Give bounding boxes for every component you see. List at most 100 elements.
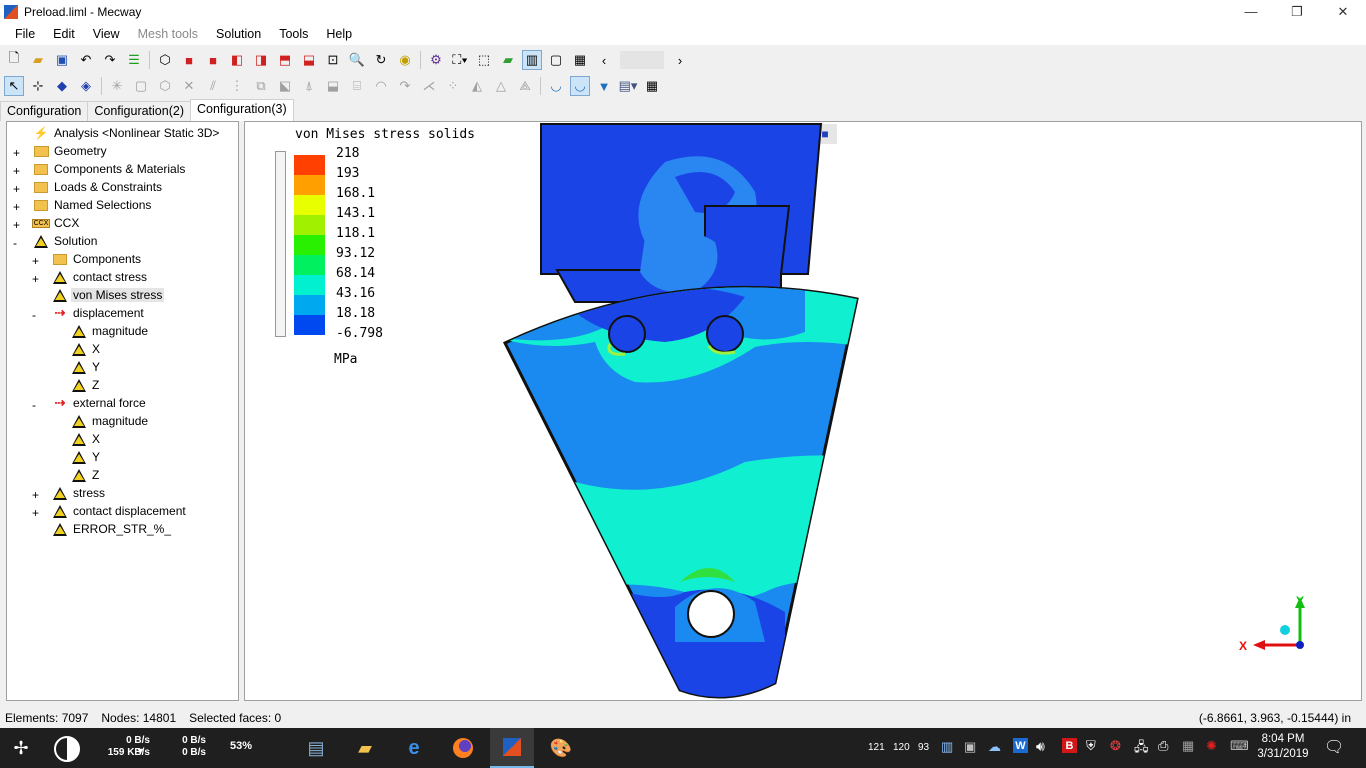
animation-dropdown[interactable]: ▤▾ [618, 76, 638, 96]
tab-configuration[interactable]: Configuration [0, 101, 89, 121]
view-iso-icon[interactable]: ⬡ [155, 50, 175, 70]
tray-b-icon[interactable]: B [1062, 738, 1077, 753]
tree-item[interactable]: CCX CCX [31, 214, 81, 232]
display-options-icon[interactable]: ⚙ [426, 50, 446, 70]
vector-plot-icon[interactable]: ▼ [594, 76, 614, 96]
view-left-icon[interactable]: ◧ [227, 50, 247, 70]
tree-item[interactable]: ERROR_STR_%_ [52, 520, 173, 538]
menu-solution[interactable]: Solution [207, 27, 270, 41]
deform-icon[interactable]: ◡ [546, 76, 566, 96]
maximize-button[interactable]: ❐ [1274, 0, 1320, 23]
select-pointer-icon[interactable]: ↖ [4, 76, 24, 96]
model-viewport[interactable]: von Mises stress solids 218 193 168.1 143.1… [244, 121, 1362, 701]
revolve-icon[interactable]: ◠ [371, 76, 391, 96]
notifications-icon[interactable]: 🗨 [1324, 737, 1344, 757]
sweep-icon[interactable]: ↷ [395, 76, 415, 96]
move-icon[interactable]: ⬕ [275, 76, 295, 96]
taskbar-app-edge[interactable]: e [392, 728, 436, 768]
tree-item[interactable]: X [71, 430, 102, 448]
copy-icon[interactable]: ⧉ [251, 76, 271, 96]
tree-item[interactable]: magnitude [71, 412, 150, 430]
tray-disk-icon[interactable]: ▣ [964, 739, 976, 755]
menu-help[interactable]: Help [317, 27, 361, 41]
menu-tools[interactable]: Tools [270, 27, 317, 41]
tree-expander[interactable]: + [13, 200, 20, 214]
tray-app-icon[interactable]: ❂ [1110, 738, 1121, 754]
resource-monitor-icon[interactable] [54, 736, 80, 762]
taskbar-app-file-explorer[interactable]: ▰ [343, 728, 387, 768]
tree-expander[interactable]: - [32, 398, 36, 412]
tree-item[interactable]: von Mises stress [52, 286, 165, 304]
tree-expander[interactable]: + [13, 182, 20, 196]
outline-view-icon[interactable]: ▢ [546, 50, 566, 70]
scroll-left-icon[interactable]: ‹ [594, 50, 614, 70]
taskbar-app-paint[interactable]: 🎨 [539, 728, 583, 768]
rotate-icon[interactable]: ↻ [371, 50, 391, 70]
tray-grid-icon[interactable]: ▦ [1182, 738, 1194, 754]
box-icon[interactable]: ▢ [131, 76, 151, 96]
scroll-right-icon[interactable]: › [670, 50, 690, 70]
mesh-view-icon[interactable]: ▦ [570, 50, 590, 70]
tray-spider-icon[interactable]: ✺ [1206, 738, 1217, 754]
menu-edit[interactable]: Edit [44, 27, 84, 41]
tree-expander[interactable]: - [32, 308, 36, 322]
triangle-outline-icon[interactable]: ⟁ [515, 76, 535, 96]
menu-file[interactable]: File [6, 27, 44, 41]
tray-shield-icon[interactable]: ⛨ [1086, 738, 1096, 754]
tray-print-icon[interactable]: ⎙ [1158, 738, 1168, 754]
tree-item[interactable]: contact stress [52, 268, 149, 286]
view-right-icon[interactable]: ◨ [251, 50, 271, 70]
tree-item[interactable]: Y [71, 448, 102, 466]
taskbar-app-monitor[interactable]: ▤ [294, 728, 338, 768]
tray-keyboard-icon[interactable]: ⌨ [1230, 738, 1249, 754]
volume-icon[interactable]: 🔊︎ [1036, 738, 1045, 755]
tree-expander[interactable]: + [32, 254, 39, 268]
redo-icon[interactable]: ↷ [100, 50, 120, 70]
surface-icon[interactable]: ▰ [498, 50, 518, 70]
close-button[interactable]: ✕ [1320, 0, 1366, 23]
tree-item[interactable]: Z [71, 466, 101, 484]
smooth-icon[interactable]: ⁘ [443, 76, 463, 96]
contour-plot-icon[interactable]: ◡ [570, 76, 590, 96]
extrude-icon[interactable]: ⌸ [347, 76, 367, 96]
tree-expander[interactable]: + [13, 146, 20, 160]
tree-expander[interactable]: + [13, 164, 20, 178]
view-back-icon[interactable]: ■ [203, 50, 223, 70]
tree-item[interactable]: Solution [33, 232, 99, 250]
new-file-icon[interactable]: 🗋 [4, 50, 24, 70]
zoom-box-icon[interactable]: ◉ [395, 50, 415, 70]
solid-view-icon[interactable]: ▥ [522, 50, 542, 70]
zoom-icon[interactable]: 🔍 [347, 50, 367, 70]
tree-item[interactable]: Named Selections [33, 196, 153, 214]
view-front-icon[interactable]: ■ [179, 50, 199, 70]
tree-item[interactable]: Loads & Constraints [33, 178, 164, 196]
taskbar-app-firefox[interactable] [441, 728, 485, 768]
refine-icon[interactable]: ⋌ [419, 76, 439, 96]
menu-view[interactable]: View [84, 27, 129, 41]
minimize-button[interactable]: — [1228, 0, 1274, 23]
tree-item[interactable]: Z [71, 376, 101, 394]
fem-model-render[interactable]: Y X [245, 122, 1362, 701]
tab-configuration-2[interactable]: Configuration(2) [87, 101, 191, 121]
view-top-icon[interactable]: ⬒ [275, 50, 295, 70]
windows-start-icon[interactable]: ✢ [8, 736, 34, 760]
zoom-fit-icon[interactable]: ⊡ [323, 50, 343, 70]
tetra-icon[interactable]: ◭ [467, 76, 487, 96]
mirror-icon[interactable]: ⍋ [299, 76, 319, 96]
open-folder-icon[interactable]: ▰ [28, 50, 48, 70]
table-icon[interactable]: ▦ [642, 76, 662, 96]
view-bottom-icon[interactable]: ⬓ [299, 50, 319, 70]
tree-item[interactable]: ⇢ displacement [52, 304, 146, 322]
tree-expander[interactable]: + [32, 506, 39, 520]
tree-expander[interactable]: + [32, 488, 39, 502]
toolbar-scroll-track[interactable] [620, 51, 664, 69]
undo-icon[interactable]: ↶ [76, 50, 96, 70]
tree-item[interactable]: Geometry [33, 142, 109, 160]
tree-item[interactable]: contact displacement [52, 502, 188, 520]
split-icon[interactable]: ⫽ [203, 76, 223, 96]
tray-w-icon[interactable]: W [1013, 738, 1028, 753]
tab-configuration-3[interactable]: Configuration(3) [190, 99, 294, 121]
tree-expander[interactable]: + [32, 272, 39, 286]
tree-expander[interactable]: - [13, 236, 17, 250]
tree-item[interactable]: stress [52, 484, 107, 502]
